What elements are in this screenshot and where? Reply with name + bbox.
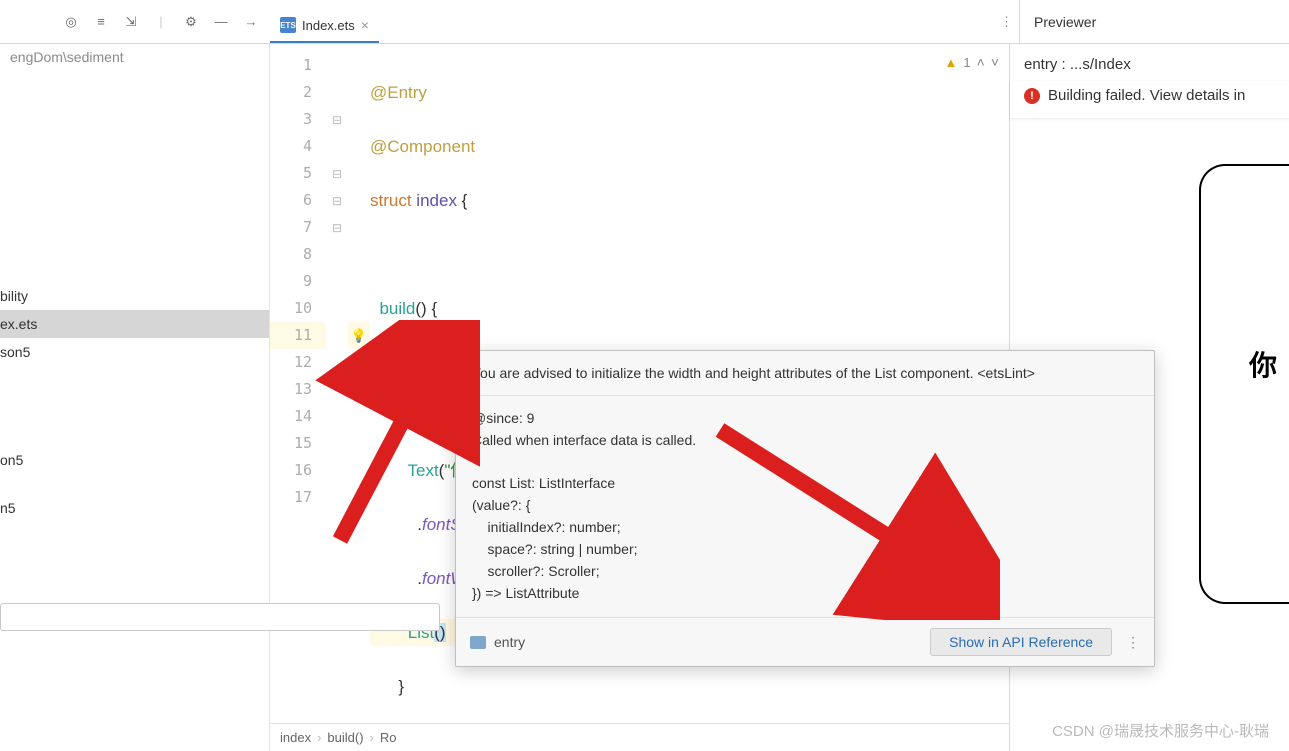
more-icon[interactable]: ⋮ [1000,14,1013,30]
tree-item[interactable]: n5 [0,494,269,522]
file-tab-index[interactable]: ETS Index.ets × [270,9,379,43]
annotation-arrow-1 [300,320,480,560]
editor-tabs: ETS Index.ets × [270,0,1019,43]
expand-icon[interactable]: ≡ [92,13,110,31]
prev-warning-icon[interactable]: ˄ [977,54,985,70]
preview-error-text: Building failed. View details in [1048,87,1245,104]
tree-item-selected[interactable]: ex.ets [0,310,269,338]
forward-icon[interactable]: → [242,13,260,31]
top-bar: ◎ ≡ ⇲ | ⚙ — → ETS Index.ets × ⋮ Previewe… [0,0,1289,44]
collapse-icon[interactable]: ⇲ [122,13,140,31]
divider: | [152,13,170,31]
more-icon[interactable]: ⋮ [1126,634,1140,650]
hint-module: entry [494,634,525,650]
phone-frame [1199,164,1289,604]
previewer-header: Previewer [1019,0,1289,43]
tree-item[interactable]: son5 [0,338,269,366]
ets-file-icon: ETS [280,17,296,33]
folder-icon [470,636,486,649]
project-path: engDom\sediment [0,44,269,72]
previewer-title: Previewer [1034,14,1096,30]
file-tab-label: Index.ets [302,18,355,33]
show-api-reference-button[interactable]: Show in API Reference [930,628,1112,656]
hint-message: You are advised to initialize the width … [456,351,1154,396]
chevron-right-icon: › [370,730,374,745]
next-warning-icon[interactable]: ˅ [991,54,999,70]
watermark: CSDN @瑞晟技术服务中心-耿瑞 [1052,720,1269,741]
hint-footer: entry Show in API Reference ⋮ [456,617,1154,666]
toolbar-left: ◎ ≡ ⇲ | ⚙ — → [0,0,270,43]
chevron-right-icon: › [317,730,321,745]
preview-error[interactable]: ! Building failed. View details in [1010,81,1289,118]
tree-item[interactable]: on5 [0,446,269,474]
preview-path: entry : ...s/Index [1010,44,1289,81]
inspection-badge[interactable]: ▲ 1 ˄ ˅ [945,54,999,70]
warning-icon: ▲ [945,55,958,70]
error-icon: ! [1024,88,1040,104]
breadcrumb[interactable]: index › build() › Ro [270,723,1009,751]
search-field[interactable] [0,603,440,631]
crumb-row[interactable]: Ro [380,730,397,745]
minimize-icon[interactable]: — [212,13,230,31]
crumb-build[interactable]: build() [327,730,363,745]
close-icon[interactable]: × [361,17,369,33]
project-sidebar: engDom\sediment bility ex.ets son5 on5 n… [0,44,270,751]
phone-preview-text: 你 [1249,344,1277,384]
annotation-arrow-2 [700,420,1000,620]
tree-item[interactable]: bility [0,282,269,310]
warning-count: 1 [963,55,970,70]
crumb-index[interactable]: index [280,730,311,745]
gear-icon[interactable]: ⚙ [182,13,200,31]
target-icon[interactable]: ◎ [62,13,80,31]
